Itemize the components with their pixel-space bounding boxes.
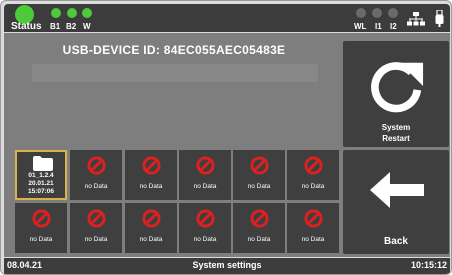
no-data-icon: [142, 209, 161, 228]
slot-label: no Data: [84, 183, 108, 190]
b1-indicator-icon: [51, 8, 61, 18]
no-data-icon: [32, 209, 51, 228]
slot-label: no Data: [247, 236, 271, 243]
folder-icon: [33, 156, 53, 171]
data-slot-8[interactable]: no Data: [70, 203, 122, 253]
data-slot-12[interactable]: no Data: [287, 203, 339, 253]
footer-title: System settings: [192, 260, 262, 270]
data-slot-6[interactable]: no Data: [287, 150, 339, 200]
status-bar: Status B1 B2 W WL I1 I2: [4, 4, 450, 32]
slot-version-text: 01_1.2.4: [28, 172, 54, 179]
i1-label: I1: [375, 22, 382, 31]
no-data-icon: [142, 156, 161, 175]
slot-label: no Data: [193, 236, 217, 243]
data-slot-9[interactable]: no Data: [125, 203, 177, 253]
no-data-icon: [304, 209, 323, 228]
slot-label: no Data: [84, 236, 108, 243]
back-button[interactable]: Back: [343, 150, 449, 254]
data-slot-10[interactable]: no Data: [179, 203, 231, 253]
no-data-icon: [196, 156, 215, 175]
device-id-field-background: [32, 64, 318, 82]
slot-label: no Data: [301, 236, 325, 243]
w-label: W: [83, 22, 91, 31]
wl-indicator-icon: [356, 8, 366, 18]
device-id-text: USB-DEVICE ID: 84EC055AEC05483E: [62, 43, 286, 57]
data-slot-3[interactable]: no Data: [125, 150, 177, 200]
restart-icon: [371, 62, 424, 113]
b1-label: B1: [50, 22, 61, 31]
w-indicator-icon: [82, 8, 92, 18]
slot-label: no Data: [139, 183, 163, 190]
no-data-icon: [87, 209, 106, 228]
b2-label: B2: [66, 22, 77, 31]
data-slot-4[interactable]: no Data: [179, 150, 231, 200]
i2-label: I2: [390, 22, 397, 31]
back-arrow-icon: [370, 172, 424, 208]
no-data-icon: [250, 156, 269, 175]
slot-date-text: 20.01.21: [28, 180, 54, 187]
data-slot-11[interactable]: no Data: [233, 203, 285, 253]
slot-label: no Data: [301, 183, 325, 190]
wl-label: WL: [354, 22, 367, 31]
main-panel: USB-DEVICE ID: 84EC055AEC05483E 01_1.2.4…: [4, 33, 450, 257]
footer-time: 10:15:12: [410, 260, 447, 270]
no-data-icon: [304, 156, 323, 175]
device-screen: Status B1 B2 W WL I1 I2 USB-DEVICE ID: 8…: [0, 0, 452, 275]
no-data-icon: [250, 209, 269, 228]
network-icon: [407, 12, 425, 26]
restart-label-line1: System: [381, 123, 411, 132]
no-data-icon: [196, 209, 215, 228]
back-label: Back: [384, 236, 408, 247]
slot-label: no Data: [29, 236, 53, 243]
slot-label: no Data: [193, 183, 217, 190]
footer-bar: 08.04.21 System settings 10:15:12: [4, 258, 450, 274]
usb-icon: [435, 10, 444, 27]
slot-time-text: 15:07:06: [27, 188, 55, 195]
data-slot-1[interactable]: 01_1.2.4 20.01.21 15:07:06: [15, 150, 67, 200]
i1-indicator-icon: [372, 8, 382, 18]
data-slot-7[interactable]: no Data: [15, 203, 67, 253]
slot-label: no Data: [139, 236, 163, 243]
restart-label-line2: Restart: [382, 134, 410, 143]
status-label: Status: [11, 21, 42, 32]
slot-label: no Data: [247, 183, 271, 190]
data-slot-5[interactable]: no Data: [233, 150, 285, 200]
b2-indicator-icon: [67, 8, 77, 18]
data-slot-2[interactable]: no Data: [70, 150, 122, 200]
i2-indicator-icon: [388, 8, 398, 18]
no-data-icon: [87, 156, 106, 175]
system-restart-button[interactable]: System Restart: [343, 41, 449, 147]
